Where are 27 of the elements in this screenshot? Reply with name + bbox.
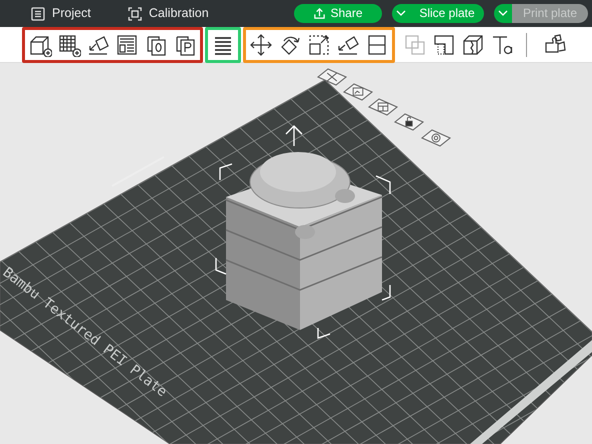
calibration-icon bbox=[126, 6, 143, 22]
grid-add-icon bbox=[57, 32, 81, 56]
cube-seam-tool[interactable] bbox=[461, 32, 485, 56]
list-icon bbox=[30, 6, 46, 22]
image-button[interactable] bbox=[342, 83, 374, 101]
upload-icon bbox=[313, 7, 326, 20]
overlap-squares-icon bbox=[403, 32, 427, 56]
scale-icon bbox=[307, 32, 331, 56]
dropdown-button[interactable] bbox=[392, 4, 410, 23]
scale-tool[interactable] bbox=[307, 32, 331, 56]
grid-add-tool[interactable] bbox=[57, 32, 81, 56]
dropdown-button[interactable] bbox=[494, 4, 512, 23]
tab[interactable]: Project bbox=[24, 0, 97, 27]
layout-button[interactable] bbox=[368, 98, 398, 116]
chevron-down-icon bbox=[396, 10, 406, 17]
arrange-tool[interactable] bbox=[115, 32, 139, 56]
chevron-down-icon bbox=[498, 10, 508, 17]
plate-action-button[interactable]: Slice plate bbox=[410, 4, 484, 23]
gear-button[interactable] bbox=[420, 129, 452, 147]
close-button[interactable] bbox=[316, 68, 348, 86]
lock-button[interactable] bbox=[394, 113, 424, 131]
share-button[interactable]: Share bbox=[294, 4, 382, 23]
move-icon bbox=[249, 32, 273, 56]
move-tool[interactable] bbox=[249, 32, 273, 56]
arrange-icon bbox=[115, 32, 139, 56]
cube-seam-icon bbox=[461, 32, 485, 56]
tab[interactable]: Calibration bbox=[120, 0, 215, 27]
